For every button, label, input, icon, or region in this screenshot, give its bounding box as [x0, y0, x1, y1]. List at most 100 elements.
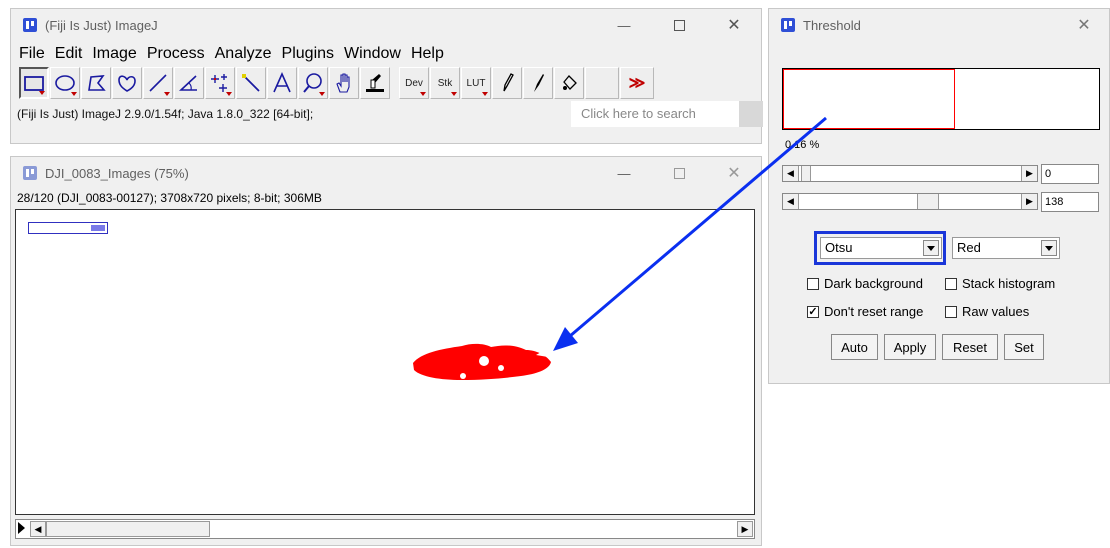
- brush-tool-icon[interactable]: [523, 67, 553, 99]
- dont-reset-range-label: Don't reset range: [824, 304, 924, 319]
- image-canvas[interactable]: [15, 209, 755, 515]
- reset-button[interactable]: Reset: [942, 334, 998, 360]
- threshold-window-icon: [781, 18, 795, 32]
- chevron-down-icon[interactable]: [1041, 240, 1057, 256]
- dont-reset-range-box[interactable]: ✓: [807, 305, 819, 318]
- menu-image[interactable]: Image: [92, 45, 136, 63]
- raw-values-box[interactable]: [945, 305, 957, 318]
- stack-histogram-checkbox[interactable]: Stack histogram: [945, 276, 1055, 291]
- flood-fill-tool-icon[interactable]: [554, 67, 584, 99]
- lut-label: LUT: [466, 77, 486, 89]
- pencil-tool-icon[interactable]: [492, 67, 522, 99]
- text-tool-icon[interactable]: [267, 67, 297, 99]
- imagej-titlebar[interactable]: (Fiji Is Just) ImageJ — ✕: [11, 9, 761, 41]
- magnifier-tool-icon[interactable]: [298, 67, 328, 99]
- histogram-display: [782, 68, 1100, 130]
- max-left-arrow-icon[interactable]: ◀: [783, 194, 799, 209]
- max-threshold-field[interactable]: 138: [1041, 192, 1099, 212]
- chevron-down-icon[interactable]: [923, 240, 939, 256]
- min-threshold-slider[interactable]: ◀ ▶: [782, 165, 1038, 182]
- minimize-icon[interactable]: —: [601, 9, 647, 41]
- threshold-window: Threshold ✕ 0.16 % ◀ ▶ 0 ◀ ▶ 138 Otsu Re…: [768, 8, 1110, 384]
- min-slider-thumb[interactable]: [801, 166, 811, 181]
- menu-process[interactable]: Process: [147, 45, 205, 63]
- maximize-icon[interactable]: [656, 9, 702, 41]
- close-icon[interactable]: ✕: [711, 157, 757, 189]
- menu-window[interactable]: Window: [344, 45, 401, 63]
- more-tools-label: ≫: [628, 75, 646, 92]
- threshold-titlebar[interactable]: Threshold ✕: [769, 9, 1109, 41]
- spacer-tool: [585, 67, 619, 99]
- min-left-arrow-icon[interactable]: ◀: [783, 166, 799, 181]
- line-tool-icon[interactable]: [143, 67, 173, 99]
- scroll-thumb[interactable]: [46, 521, 210, 537]
- menu-analyze[interactable]: Analyze: [215, 45, 272, 63]
- dont-reset-range-checkbox[interactable]: ✓ Don't reset range: [807, 304, 923, 319]
- search-input[interactable]: Click here to search: [571, 101, 739, 127]
- dropper-tool-icon[interactable]: [360, 67, 390, 99]
- image-window: DJI_0083_Images (75%) — ✕ 28/120 (DJI_00…: [10, 156, 762, 546]
- more-tools-icon[interactable]: ≫: [620, 67, 654, 99]
- stk-label: Stk: [437, 77, 453, 89]
- stk-menu-icon[interactable]: Stk: [430, 67, 460, 99]
- max-slider-thumb[interactable]: [917, 194, 939, 209]
- threshold-range-box: [783, 69, 955, 129]
- auto-button[interactable]: Auto: [831, 334, 878, 360]
- stack-scrollbar[interactable]: ◀ ▶: [15, 519, 755, 539]
- threshold-window-title: Threshold: [803, 17, 861, 33]
- lut-menu-icon[interactable]: LUT: [461, 67, 491, 99]
- set-button[interactable]: Set: [1004, 334, 1044, 360]
- wand-tool-icon[interactable]: [236, 67, 266, 99]
- imagej-menubar: File Edit Image Process Analyze Plugins …: [11, 41, 761, 67]
- oval-tool-icon[interactable]: [50, 67, 80, 99]
- dark-background-checkbox[interactable]: Dark background: [807, 276, 923, 291]
- display-mode-select[interactable]: Red: [952, 237, 1060, 259]
- hand-tool-icon[interactable]: [329, 67, 359, 99]
- close-icon[interactable]: ✕: [711, 9, 757, 41]
- image-window-title: DJI_0083_Images (75%): [45, 165, 189, 181]
- polygon-tool-icon[interactable]: [81, 67, 111, 99]
- imagej-status-bar: (Fiji Is Just) ImageJ 2.9.0/1.54f; Java …: [11, 101, 763, 127]
- scroll-right-icon[interactable]: ▶: [737, 521, 753, 537]
- dev-menu-icon[interactable]: Dev: [399, 67, 429, 99]
- image-info: 28/120 (DJI_0083-00127); 3708x720 pixels…: [17, 191, 322, 205]
- threshold-method-value: Otsu: [825, 240, 853, 255]
- freehand-tool-icon[interactable]: [112, 67, 142, 99]
- imagej-app-icon: [23, 18, 37, 32]
- menu-edit[interactable]: Edit: [55, 45, 83, 63]
- image-window-icon: [23, 166, 37, 180]
- maximize-icon[interactable]: [656, 157, 702, 189]
- dark-background-label: Dark background: [824, 276, 923, 291]
- imagej-main-window: (Fiji Is Just) ImageJ — ✕ File Edit Imag…: [10, 8, 763, 144]
- minimize-icon[interactable]: —: [601, 157, 647, 189]
- search-scroll: [739, 101, 763, 127]
- stack-histogram-label: Stack histogram: [962, 276, 1056, 291]
- play-icon[interactable]: [18, 522, 25, 534]
- apply-button[interactable]: Apply: [884, 334, 936, 360]
- raw-values-label: Raw values: [962, 304, 1030, 319]
- menu-help[interactable]: Help: [411, 45, 444, 63]
- threshold-method-select[interactable]: Otsu: [820, 237, 942, 259]
- raw-values-checkbox[interactable]: Raw values: [945, 304, 1029, 319]
- imagej-toolbar: Dev Stk LUT ≫: [11, 67, 761, 101]
- dev-label: Dev: [405, 77, 423, 89]
- close-icon[interactable]: ✕: [1061, 9, 1107, 41]
- threshold-percent: 0.16 %: [785, 139, 820, 151]
- rectangle-tool-icon[interactable]: [19, 67, 49, 99]
- max-threshold-slider[interactable]: ◀ ▶: [782, 193, 1038, 210]
- max-right-arrow-icon[interactable]: ▶: [1021, 194, 1037, 209]
- image-titlebar[interactable]: DJI_0083_Images (75%) — ✕: [11, 157, 761, 189]
- imagej-window-title: (Fiji Is Just) ImageJ: [45, 17, 158, 33]
- status-text: (Fiji Is Just) ImageJ 2.9.0/1.54f; Java …: [17, 107, 314, 121]
- min-right-arrow-icon[interactable]: ▶: [1021, 166, 1037, 181]
- angle-tool-icon[interactable]: [174, 67, 204, 99]
- point-tool-icon[interactable]: [205, 67, 235, 99]
- thresholded-region: [413, 343, 551, 380]
- dark-background-box[interactable]: [807, 277, 819, 290]
- scroll-left-icon[interactable]: ◀: [30, 521, 46, 537]
- display-mode-value: Red: [957, 240, 981, 255]
- menu-plugins[interactable]: Plugins: [282, 45, 334, 63]
- stack-histogram-box[interactable]: [945, 277, 957, 290]
- min-threshold-field[interactable]: 0: [1041, 164, 1099, 184]
- menu-file[interactable]: File: [19, 45, 45, 63]
